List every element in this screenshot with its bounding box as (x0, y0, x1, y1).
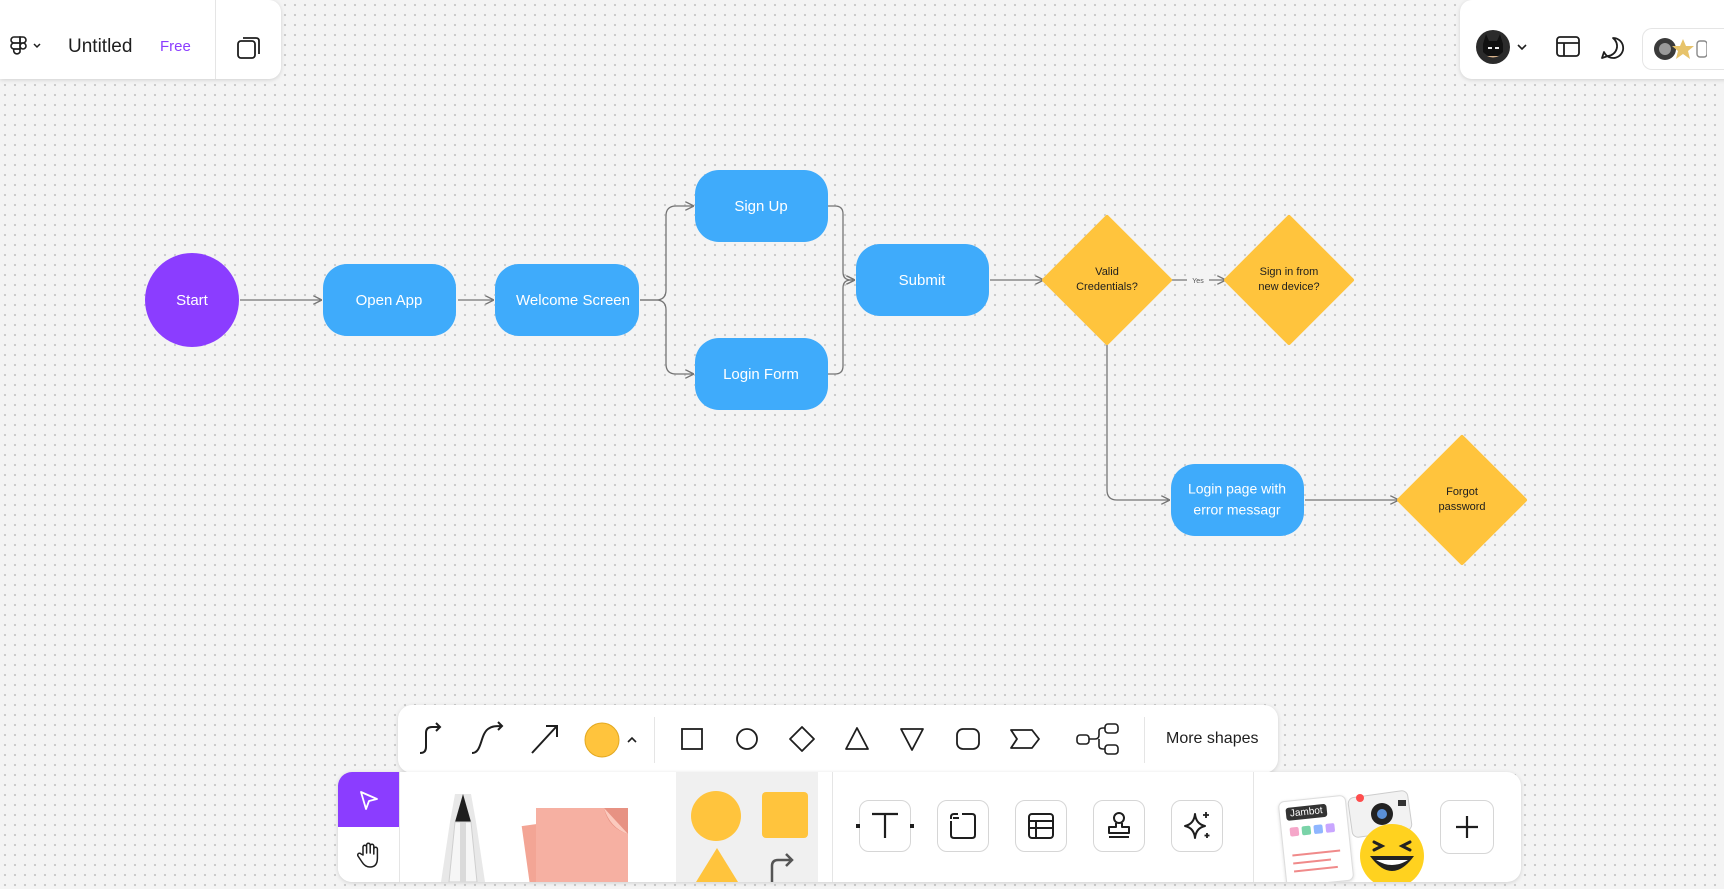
ai-sparkle-icon (1184, 812, 1210, 839)
node-open-app-label: Open App (356, 292, 423, 309)
node-error-page[interactable]: Login page with error messagr (1171, 464, 1304, 536)
edge-signup-submit[interactable] (828, 205, 854, 280)
shapes-preview-icon (691, 791, 808, 882)
layout-panel-icon[interactable] (1555, 35, 1581, 59)
chevron-tag-icon[interactable] (1009, 727, 1041, 751)
jambot-label: Jambot (1285, 803, 1328, 821)
node-welcome-label: Welcome Screen (516, 292, 630, 309)
text-icon (856, 812, 914, 838)
jambot-widget-card: Jambot (1277, 794, 1355, 882)
stamp-tool-button[interactable] (1093, 800, 1145, 852)
figma-logo-icon[interactable] (10, 34, 44, 60)
node-login-form[interactable]: Login Form (695, 338, 828, 410)
pencil-tool[interactable] (433, 792, 493, 882)
file-header: Untitled Free (0, 0, 281, 79)
edge-login-submit[interactable] (828, 280, 854, 375)
node-forgot-label-2: password (1438, 501, 1485, 513)
node-sign-up-label: Sign Up (734, 198, 787, 215)
chevron-down-icon[interactable] (1516, 42, 1528, 52)
node-start[interactable]: Start (145, 253, 239, 347)
shapes-tool[interactable] (676, 772, 818, 882)
header-divider (215, 0, 216, 79)
more-shapes-button[interactable]: More shapes (1166, 705, 1259, 773)
select-icon (360, 791, 378, 810)
node-new-device-label-2: new device? (1258, 281, 1319, 293)
node-valid-credentials[interactable]: Valid Credentials? (1042, 215, 1172, 345)
rounded-rect-icon[interactable] (955, 727, 981, 751)
edge-welcome-login[interactable] (640, 299, 693, 374)
text-tool-button[interactable] (856, 800, 914, 852)
node-new-device[interactable]: Sign in from new device? (1224, 215, 1354, 345)
circle-icon[interactable] (735, 727, 759, 751)
color-swatch[interactable] (584, 721, 642, 759)
node-new-device-label-1: Sign in from (1260, 266, 1319, 278)
hand-tool-button[interactable] (338, 827, 399, 882)
straight-arrow-icon[interactable] (528, 721, 562, 757)
node-valid-label-2: Credentials? (1076, 281, 1138, 293)
add-tool-button[interactable] (1440, 800, 1494, 854)
mainbar-divider-2 (1253, 772, 1254, 882)
mindmap-icon[interactable] (1075, 721, 1121, 757)
node-valid-label-1: Valid (1095, 266, 1119, 278)
stamp-icon (1108, 812, 1130, 838)
node-start-label: Start (176, 292, 209, 309)
add-icon (1456, 816, 1478, 838)
mainbar-divider-0 (399, 772, 400, 882)
top-right-controls (1460, 0, 1724, 79)
node-error-label-2: error messagr (1193, 502, 1280, 518)
shapebar-divider-2 (1144, 717, 1145, 763)
mainbar-divider-1 (832, 772, 833, 882)
edge-label-yes: Yes (1192, 278, 1204, 285)
inverted-triangle-icon[interactable] (899, 726, 925, 752)
square-icon[interactable] (680, 727, 704, 751)
node-error-label-1: Login page with (1188, 481, 1286, 497)
node-welcome-screen[interactable]: Welcome Screen (495, 264, 639, 336)
collaborator-avatar-icon (1654, 38, 1707, 60)
widgets-tool[interactable]: Jambot (1277, 784, 1428, 882)
section-tool-button[interactable] (937, 800, 989, 852)
main-toolbar: Jambot (338, 772, 1521, 882)
plan-badge[interactable]: Free (160, 38, 191, 55)
table-icon (1028, 813, 1054, 839)
node-open-app[interactable]: Open App (323, 264, 456, 336)
table-tool-button[interactable] (1015, 800, 1067, 852)
file-title[interactable]: Untitled (68, 36, 132, 58)
elbow-connector-icon[interactable] (414, 721, 446, 757)
node-forgot-label-1: Forgot (1446, 486, 1478, 498)
node-sign-up[interactable]: Sign Up (695, 170, 828, 242)
section-icon (950, 813, 976, 839)
select-tool-button[interactable] (338, 772, 399, 827)
shapebar-divider-1 (654, 717, 655, 763)
ai-tool-button[interactable] (1171, 800, 1223, 852)
diamond-icon[interactable] (788, 725, 816, 753)
pages-icon[interactable] (235, 34, 263, 62)
collaborator-stack[interactable] (1642, 28, 1724, 70)
sticky-note-tool[interactable] (518, 794, 638, 882)
hand-icon (356, 842, 379, 868)
curved-connector-icon[interactable] (468, 721, 506, 757)
edge-welcome-signup[interactable] (640, 206, 693, 301)
comment-icon[interactable] (1600, 35, 1626, 61)
widget-grid-icon (1289, 823, 1341, 873)
laughing-emoji-icon (1360, 824, 1424, 882)
node-forgot-password[interactable]: Forgot password (1397, 435, 1527, 565)
node-submit[interactable]: Submit (856, 244, 989, 316)
node-submit-label: Submit (899, 272, 947, 289)
shape-toolbar: More shapes (398, 705, 1278, 773)
edge-valid-errorpage[interactable] (1106, 343, 1169, 500)
node-login-form-label: Login Form (723, 366, 799, 383)
avatar[interactable] (1476, 30, 1510, 64)
triangle-icon[interactable] (844, 726, 870, 752)
